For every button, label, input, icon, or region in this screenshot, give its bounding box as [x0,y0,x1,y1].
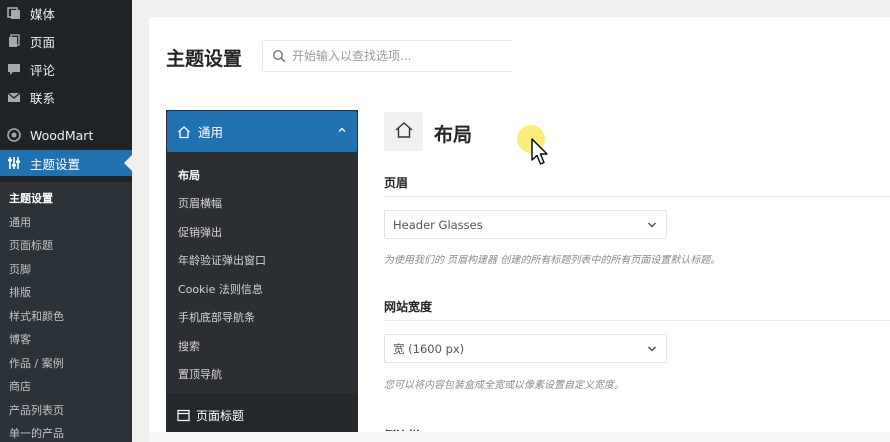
site-width-select[interactable]: 宽 (1600 px) [384,334,667,363]
comment-icon [7,62,21,76]
field-label-header: 页眉 [384,176,409,190]
bottom-edge [149,432,890,442]
field-hint: 为使用我们的 页眉构建器 创建的所有标题列表中的所有页面设置默认标题。 [384,255,721,266]
submenu-item[interactable]: 样式和颜色 [9,308,64,324]
wp-admin-sidebar: 媒体 页面 评论 联系 WoodMart 主题设置 主题设置 通用 页面标题 页… [0,0,132,442]
page-title-icon [177,409,190,422]
home-icon [394,120,414,144]
menu-item-label: 页面 [30,34,56,50]
menu-item-pages[interactable]: 页面 [0,28,132,54]
page-icon [7,34,21,48]
submenu-item[interactable]: 主题设置 [9,190,53,206]
options-nav: 通用 布局 页眉横幅 促销弹出 年龄验证弹出窗口 Cookie 法则信息 手机底… [166,110,358,442]
select-value: Header Glasses [393,217,483,232]
nav-item[interactable]: 页眉横幅 [178,195,222,211]
menu-item-theme-settings[interactable]: 主题设置 [0,150,132,176]
section-title: 布局 [434,124,473,146]
submenu-item[interactable]: 博客 [9,331,31,347]
section-icon-box [384,112,423,151]
mail-icon [7,90,21,104]
nav-item[interactable]: 促销弹出 [178,224,222,240]
submenu-item[interactable]: 通用 [9,214,31,230]
divider [384,196,890,197]
field-label-site-width: 网站宽度 [384,300,433,314]
chevron-down-icon [647,345,657,353]
submenu-item[interactable]: 单一的产品 [9,425,64,441]
field-label-sidebar: 侧边栏 [384,423,420,431]
options-search[interactable] [262,40,512,72]
field-hint: 您可以将内容包装盒成全宽或以像素设置自定义宽度。 [384,380,624,391]
home-icon [177,125,191,139]
menu-item-label: 评论 [30,62,56,78]
search-icon [272,49,286,63]
nav-group-label: 通用 [198,125,224,140]
nav-item[interactable]: 年龄验证弹出窗口 [178,252,266,268]
theme-settings-submenu: 主题设置 通用 页面标题 页脚 排版 样式和颜色 博客 作品 / 案例 商店 产… [0,182,132,442]
settings-sliders-icon [7,156,21,170]
header-select[interactable]: Header Glasses [384,210,667,239]
chevron-up-icon[interactable] [337,125,347,135]
nav-item[interactable]: Cookie 法则信息 [178,281,263,297]
menu-item-label: 媒体 [30,6,56,22]
nav-item[interactable]: 置顶导航 [178,366,222,382]
submenu-item[interactable]: 页脚 [9,261,31,277]
submenu-item[interactable]: 排版 [9,284,31,300]
submenu-item[interactable]: 页面标题 [9,237,53,253]
nav-item[interactable]: 手机底部导航条 [178,309,255,325]
menu-item-woodmart[interactable]: WoodMart [0,122,132,148]
menu-item-label: WoodMart [30,127,94,143]
mouse-cursor-icon [531,138,548,165]
submenu-item[interactable]: 产品列表页 [9,402,64,418]
nav-group-row: 页面标题 [177,407,244,424]
submenu-item[interactable]: 商店 [9,378,31,394]
nav-item[interactable]: 搜索 [178,338,200,354]
menu-item-media[interactable]: 媒体 [0,0,132,26]
menu-item-comments[interactable]: 评论 [0,56,132,82]
search-input[interactable] [292,49,492,63]
submenu-item[interactable]: 作品 / 案例 [9,355,64,371]
media-icon [7,6,21,20]
select-value: 宽 (1600 px) [393,341,465,356]
nav-group-label: 页面标题 [196,409,245,423]
menu-item-label: 联系 [30,90,56,106]
page-title: 主题设置 [166,48,243,70]
menu-item-label: 主题设置 [30,156,81,172]
nav-group-general[interactable]: 通用 [167,111,357,152]
woodmart-icon [7,128,21,142]
chevron-down-icon [647,221,657,229]
nav-item-layout[interactable]: 布局 [178,167,200,183]
divider [384,320,890,321]
menu-item-contact[interactable]: 联系 [0,84,132,110]
